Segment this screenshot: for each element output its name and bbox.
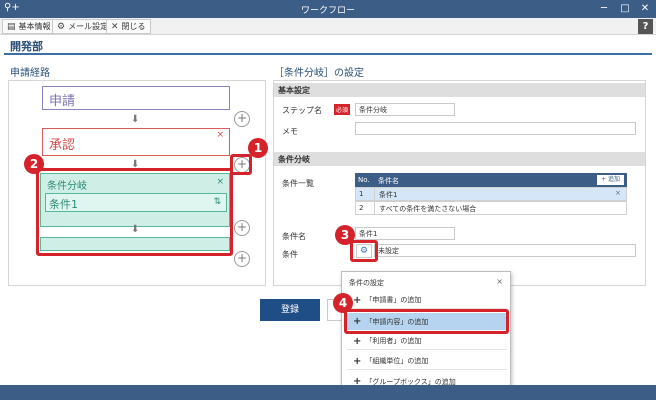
step-name-input[interactable]: 条件分岐 bbox=[355, 103, 455, 116]
step-badge-4: 4 bbox=[333, 293, 353, 313]
title-divider bbox=[4, 53, 652, 55]
add-step-button[interactable]: + bbox=[234, 251, 250, 267]
close-label: 閉じる bbox=[121, 22, 146, 31]
mail-settings-button[interactable]: ⚙ メール設定 bbox=[52, 19, 114, 34]
highlight-frame bbox=[36, 168, 233, 256]
route-section-title: 申請経路 bbox=[10, 68, 50, 79]
column-header-no: No. bbox=[358, 176, 370, 184]
help-button[interactable]: ? bbox=[638, 19, 653, 34]
column-divider bbox=[374, 188, 375, 200]
condition-name-label: 条件名 bbox=[282, 232, 306, 241]
approve-node-label: 承認 bbox=[49, 138, 76, 153]
row-name: すべての条件を満たさない場合 bbox=[379, 205, 477, 213]
plus-icon: + bbox=[353, 355, 362, 367]
basic-info-button[interactable]: ▤ 基本情報 bbox=[2, 19, 56, 34]
toolbar: ▤ 基本情報 ⚙ メール設定 ✕ 閉じる ? bbox=[0, 18, 656, 35]
add-organization-unit-item[interactable]: + 「組織単位」の追加 bbox=[347, 353, 507, 370]
step-badge-3: 3 bbox=[335, 225, 355, 245]
close-button[interactable]: ✕ 閉じる bbox=[106, 19, 151, 34]
highlight-frame bbox=[350, 240, 378, 262]
close-icon: ✕ bbox=[111, 21, 119, 32]
add-step-button[interactable]: + bbox=[234, 111, 250, 127]
condition-name-input[interactable]: 条件1 bbox=[355, 227, 455, 240]
branch-settings-header: 条件分岐 bbox=[274, 152, 645, 166]
condition-table-header: No. 条件名 + 追加 bbox=[355, 173, 627, 187]
document-icon: ▤ bbox=[7, 21, 16, 32]
step-name-label: ステップ名 bbox=[282, 106, 322, 115]
add-application-form-item[interactable]: + 「申請書」の追加 bbox=[347, 292, 507, 309]
close-icon[interactable]: × bbox=[496, 277, 503, 286]
menu-item-label: 「利用者」の追加 bbox=[365, 337, 422, 345]
bottom-bar bbox=[0, 385, 656, 400]
add-step-button[interactable]: + bbox=[234, 220, 250, 236]
highlight-frame bbox=[230, 154, 252, 175]
menu-item-label: 「組織単位」の追加 bbox=[365, 357, 429, 365]
memo-label: メモ bbox=[282, 127, 298, 136]
condition-list-label: 条件一覧 bbox=[282, 179, 314, 188]
minimize-button[interactable]: ─ bbox=[596, 1, 612, 16]
table-row[interactable]: 2 すべての条件を満たさない場合 bbox=[355, 201, 627, 215]
register-button[interactable]: 登録 bbox=[260, 299, 320, 321]
maximize-button[interactable]: □ bbox=[617, 1, 633, 16]
basic-info-label: 基本情報 bbox=[18, 22, 51, 31]
approve-node[interactable]: 承認 × bbox=[42, 128, 230, 156]
gear-icon: ⚙ bbox=[57, 21, 66, 32]
highlight-frame bbox=[344, 309, 509, 334]
apply-node[interactable]: 申請 bbox=[42, 86, 230, 110]
condition-label: 条件 bbox=[282, 250, 298, 259]
memo-input[interactable] bbox=[355, 122, 636, 135]
column-header-name: 条件名 bbox=[378, 177, 399, 185]
row-no: 1 bbox=[359, 190, 364, 198]
settings-section-title: ［条件分岐］の設定 bbox=[274, 68, 364, 79]
page-title: 開発部 bbox=[10, 40, 43, 53]
table-row[interactable]: 1 条件1 × bbox=[355, 187, 627, 201]
step-badge-1: 1 bbox=[248, 138, 268, 158]
required-badge: 必須 bbox=[334, 104, 351, 115]
add-user-item[interactable]: + 「利用者」の追加 bbox=[347, 333, 507, 350]
add-condition-button[interactable]: + 追加 bbox=[597, 175, 624, 185]
step-badge-2: 2 bbox=[24, 154, 44, 174]
arrow-down-icon: ⬇ bbox=[131, 114, 140, 125]
row-no: 2 bbox=[359, 204, 364, 212]
plus-icon: + bbox=[353, 335, 362, 347]
plus-icon: + bbox=[353, 294, 362, 306]
close-window-button[interactable]: ✕ bbox=[637, 1, 653, 16]
column-divider bbox=[374, 202, 375, 214]
window-title-bar: ⚲+ ワークフロー ─ □ ✕ bbox=[0, 0, 656, 18]
basic-settings-header: 基本設定 bbox=[274, 83, 645, 97]
menu-item-label: 「申請書」の追加 bbox=[365, 296, 422, 304]
mail-settings-label: メール設定 bbox=[68, 22, 109, 31]
window-title: ワークフロー bbox=[300, 6, 355, 16]
row-name: 条件1 bbox=[379, 191, 398, 199]
popup-title: 条件の設定 bbox=[349, 279, 384, 287]
condition-value-field[interactable]: 未設定 bbox=[374, 244, 636, 257]
close-icon[interactable]: × bbox=[216, 130, 224, 140]
delete-row-icon[interactable]: × bbox=[615, 189, 621, 197]
